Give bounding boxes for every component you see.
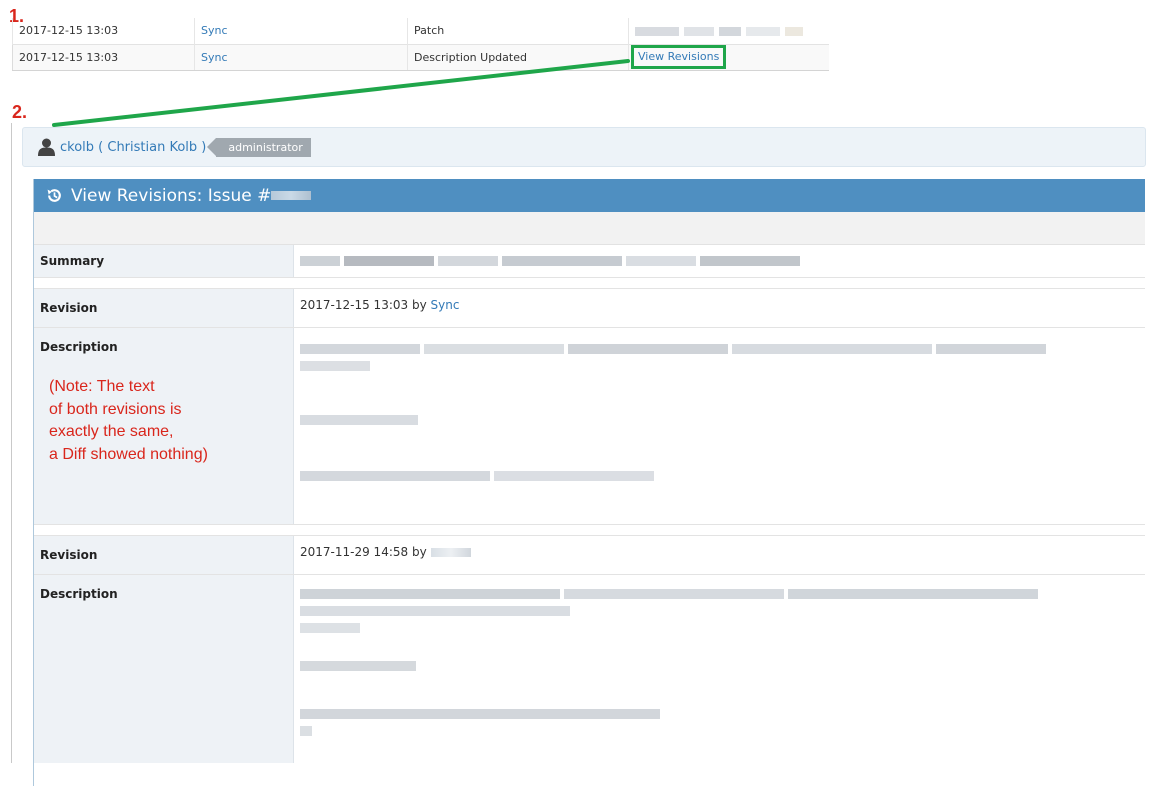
history-date: 2017-12-15 13:03 <box>12 18 195 44</box>
view-revisions-widget: View Revisions: Issue # Summary Revision… <box>33 179 1145 786</box>
description-label: Description <box>40 340 118 354</box>
revision-1-row: Revision 2017-12-15 13:03 by Sync <box>34 289 1145 328</box>
description-2-value-redacted <box>294 575 1145 763</box>
summary-row: Summary <box>34 245 1145 278</box>
row-gap <box>34 525 1145 536</box>
history-field: Patch <box>407 18 629 44</box>
history-date: 2017-12-15 13:03 <box>12 43 195 71</box>
description-label: Description <box>34 575 294 763</box>
description-1-value-redacted <box>294 328 1145 524</box>
revision-2-row: Revision 2017-11-29 14:58 by <box>34 536 1145 575</box>
revision-by: by <box>411 298 427 312</box>
table-row: 2017-12-15 13:03 Sync Description Update… <box>12 43 829 71</box>
row-gap <box>34 278 1145 289</box>
revision-author-redacted <box>430 548 471 557</box>
history-user-link[interactable]: Sync <box>201 51 228 64</box>
description-1-row: Description (Note: The text of both revi… <box>34 328 1145 525</box>
revision-meta: 2017-11-29 14:58 by <box>294 536 1145 574</box>
page-left-rule <box>11 123 12 763</box>
widget-toolbar <box>34 212 1145 245</box>
user-profile-link[interactable]: ckolb ( Christian Kolb ) <box>60 140 206 155</box>
revision-meta: 2017-12-15 13:03 by Sync <box>294 289 1145 327</box>
history-change-redacted <box>629 18 829 44</box>
revision-by: by <box>411 545 427 559</box>
role-badge: administrator <box>207 137 311 157</box>
view-revisions-link[interactable]: View Revisions <box>631 45 727 69</box>
user-icon <box>38 138 55 156</box>
widget-header: View Revisions: Issue # <box>34 179 1145 212</box>
annotation-note: (Note: The text of both revisions is exa… <box>49 378 208 463</box>
summary-value-redacted <box>294 245 1145 277</box>
issue-number-redacted <box>271 191 312 200</box>
summary-label: Summary <box>34 245 294 277</box>
revision-date: 2017-11-29 14:58 <box>300 545 409 559</box>
revision-label: Revision <box>34 536 294 574</box>
revision-author-link[interactable]: Sync <box>431 298 460 312</box>
user-bar: ckolb ( Christian Kolb ) administrator <box>22 127 1146 167</box>
revision-date: 2017-12-15 13:03 <box>300 298 409 312</box>
issue-history-table: 2017-12-15 13:03 Sync Patch 2017-12-15 1… <box>12 18 829 71</box>
history-user-link[interactable]: Sync <box>201 24 228 37</box>
table-row: 2017-12-15 13:03 Sync Patch <box>12 18 829 44</box>
history-icon <box>47 189 61 202</box>
step-2-label: 2. <box>12 102 28 122</box>
description-2-row: Description <box>34 575 1145 763</box>
revision-label: Revision <box>34 289 294 327</box>
history-field: Description Updated <box>407 43 629 71</box>
description-label-cell: Description (Note: The text of both revi… <box>34 328 294 524</box>
widget-title: View Revisions: Issue # <box>71 185 272 206</box>
